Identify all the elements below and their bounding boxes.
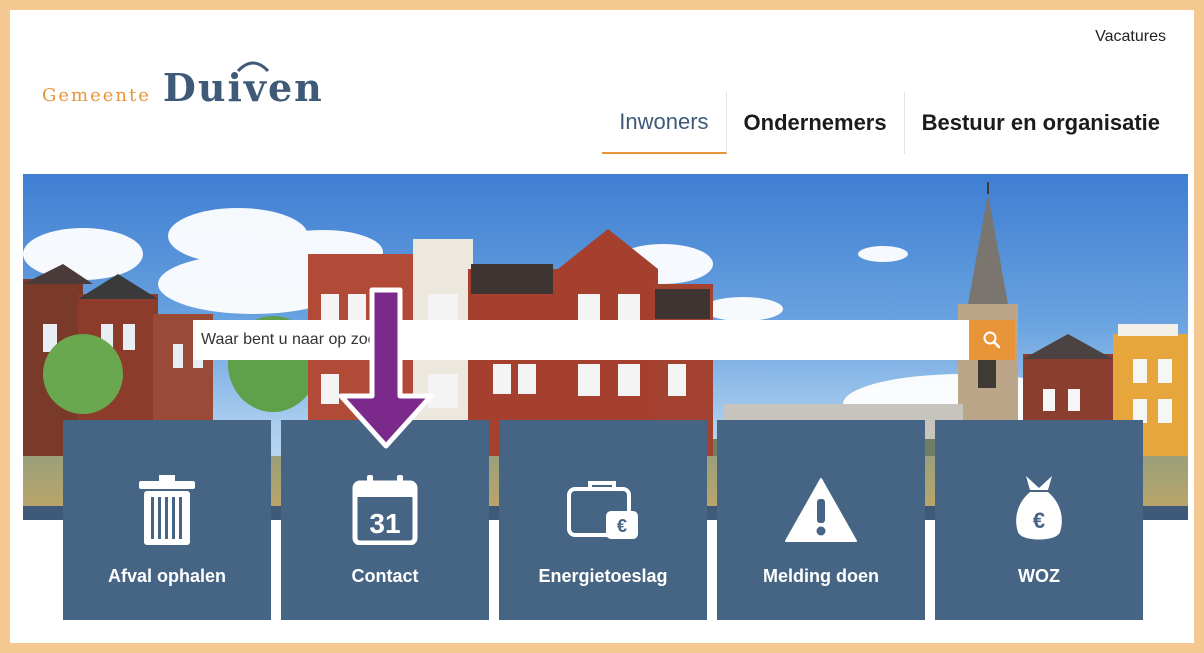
search-button[interactable] xyxy=(969,320,1015,360)
nav-item-bestuur[interactable]: Bestuur en organisatie xyxy=(905,92,1194,154)
nav-item-inwoners[interactable]: Inwoners xyxy=(602,92,727,154)
tile-label: Contact xyxy=(351,566,419,586)
logo-prefix: Gemeente xyxy=(42,85,151,106)
warning-icon xyxy=(785,478,857,542)
tile-label: Afval ophalen xyxy=(107,566,227,586)
logo-arc-icon xyxy=(236,61,269,73)
money-bag-icon: € xyxy=(1016,476,1062,540)
search-bar xyxy=(193,320,1015,360)
annotation-arrow-icon xyxy=(338,287,434,449)
tile-melding-doen[interactable]: Melding doen xyxy=(717,420,925,620)
logo[interactable]: Gemeente Duiven xyxy=(42,61,324,110)
quick-links: Afval ophalen 31 Contact € Energietoesla… xyxy=(63,420,1143,620)
tile-energietoeslag[interactable]: € Energietoeslag xyxy=(499,420,707,620)
tile-label: Melding doen xyxy=(763,566,879,586)
tile-label: Energietoeslag xyxy=(538,566,668,586)
nav-item-ondernemers[interactable]: Ondernemers xyxy=(727,92,905,154)
tile-afval-ophalen[interactable]: Afval ophalen xyxy=(63,420,271,620)
wallet-euro-icon: € xyxy=(567,481,638,539)
logo-name: Duiven xyxy=(163,61,324,110)
main-nav: Inwoners Ondernemers Bestuur en organisa… xyxy=(602,92,1194,154)
page: Vacatures Gemeente Duiven Inwoners Onder… xyxy=(10,10,1194,643)
vacatures-link[interactable]: Vacatures xyxy=(1095,28,1166,46)
trash-icon xyxy=(139,475,195,545)
tile-label: WOZ xyxy=(1018,566,1060,586)
euro-sign: € xyxy=(1033,508,1045,533)
tile-woz[interactable]: € WOZ xyxy=(935,420,1143,620)
search-icon xyxy=(983,331,1001,349)
search-input[interactable] xyxy=(193,320,969,360)
euro-sign: € xyxy=(617,516,627,536)
calendar-icon: 31 xyxy=(352,475,418,545)
calendar-day: 31 xyxy=(369,508,400,539)
